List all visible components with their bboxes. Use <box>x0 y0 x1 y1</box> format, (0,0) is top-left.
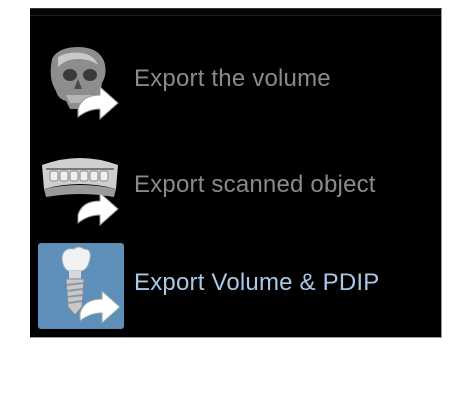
menu-item-label: Export Volume & PDIP <box>134 269 380 296</box>
menu-item-export-volume-pdip[interactable]: Export Volume & PDIP <box>36 241 438 331</box>
implant-export-icon <box>38 243 124 329</box>
dental-cast-export-icon <box>38 145 124 231</box>
menu-item-export-volume[interactable]: Export the volume <box>36 37 438 127</box>
menu-item-label: Export scanned object <box>134 171 376 198</box>
menu-top-border <box>30 9 441 16</box>
export-menu: Export the volume Export scanned object … <box>30 8 442 338</box>
menu-item-label: Export the volume <box>134 65 331 92</box>
skull-export-icon <box>38 39 124 125</box>
menu-item-export-scanned-object[interactable]: Export scanned object <box>36 143 438 233</box>
